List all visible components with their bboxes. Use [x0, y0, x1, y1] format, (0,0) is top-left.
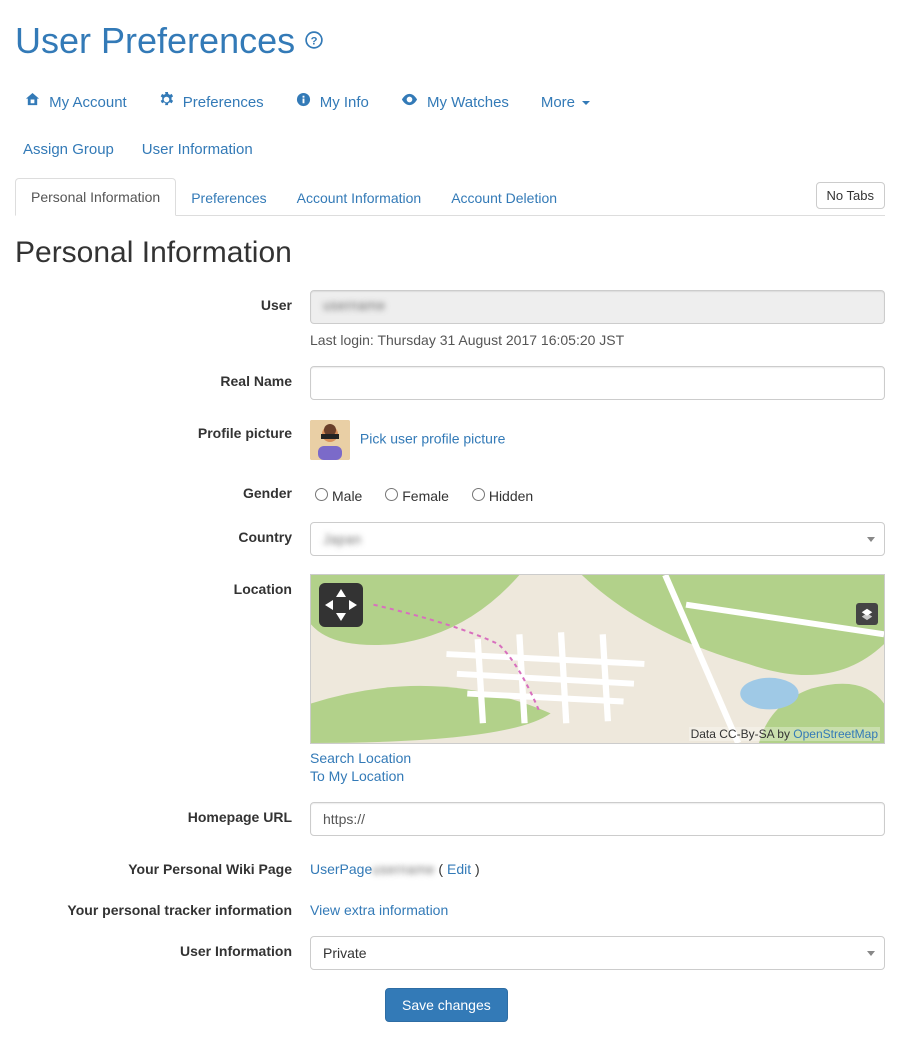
user-field: username [310, 290, 885, 324]
nav-label: Preferences [183, 94, 264, 111]
top-nav: My Account Preferences My Info My Watche… [15, 82, 885, 121]
wiki-page-prefix: UserPage [310, 861, 372, 877]
sub-nav: Assign Group User Information [15, 131, 885, 168]
save-changes-button[interactable]: Save changes [385, 988, 508, 1022]
map-attribution: Data CC-By-SA by OpenStreetMap [689, 727, 880, 741]
no-tabs-button[interactable]: No Tabs [816, 182, 885, 209]
label-tracker-info: Your personal tracker information [15, 895, 310, 918]
page-title: User Preferences ? [15, 20, 885, 62]
homepage-url-input[interactable] [310, 802, 885, 836]
gear-icon [159, 94, 174, 111]
nav-my-account[interactable]: My Account [15, 82, 137, 121]
chevron-down-icon [867, 537, 875, 542]
gender-radio-male[interactable] [315, 488, 328, 501]
label-user: User [15, 290, 310, 313]
radio-label: Hidden [489, 488, 533, 504]
wiki-page-link[interactable]: UserPageusername [310, 861, 435, 877]
svg-text:?: ? [311, 36, 318, 48]
map-attrib-text: Data CC-By-SA by [691, 727, 794, 741]
gender-radio-female[interactable] [385, 488, 398, 501]
tab-bar: Personal Information Preferences Account… [15, 178, 885, 216]
nav-label: My Account [49, 94, 127, 111]
nav-my-watches[interactable]: My Watches [391, 82, 519, 121]
gender-option-male[interactable]: Male [310, 478, 362, 504]
country-value-blurred: Japan [323, 531, 361, 547]
label-profile-picture: Profile picture [15, 418, 310, 441]
label-wiki-page: Your Personal Wiki Page [15, 854, 310, 877]
nav-user-information[interactable]: User Information [134, 131, 261, 168]
nav-label: More [541, 94, 575, 111]
tab-personal-information[interactable]: Personal Information [15, 178, 176, 216]
nav-label: Assign Group [23, 141, 114, 158]
section-title: Personal Information [15, 236, 885, 270]
tab-account-deletion[interactable]: Account Deletion [436, 180, 572, 216]
map-layers-button[interactable] [856, 603, 878, 625]
map-pan-controls[interactable] [319, 583, 363, 627]
edit-close: ) [471, 861, 480, 877]
label-user-information: User Information [15, 936, 310, 959]
gender-option-hidden[interactable]: Hidden [467, 478, 533, 504]
view-extra-info-link[interactable]: View extra information [310, 902, 448, 918]
user-information-value: Private [323, 945, 367, 961]
gender-option-female[interactable]: Female [380, 478, 449, 504]
radio-label: Female [402, 488, 449, 504]
nav-assign-group[interactable]: Assign Group [15, 131, 122, 168]
label-real-name: Real Name [15, 366, 310, 389]
map[interactable]: Data CC-By-SA by OpenStreetMap [310, 574, 885, 744]
label-homepage-url: Homepage URL [15, 802, 310, 825]
eye-icon [401, 94, 418, 111]
label-gender: Gender [15, 478, 310, 501]
avatar [310, 420, 350, 460]
nav-preferences[interactable]: Preferences [149, 82, 274, 121]
last-login-text: Last login: Thursday 31 August 2017 16:0… [310, 332, 885, 348]
info-icon [296, 94, 311, 111]
nav-label: User Information [142, 141, 253, 158]
user-information-select[interactable]: Private [310, 936, 885, 970]
real-name-input[interactable] [310, 366, 885, 400]
search-location-link[interactable]: Search Location [310, 750, 411, 766]
chevron-down-icon [582, 101, 590, 105]
pick-profile-picture-link[interactable]: Pick user profile picture [360, 431, 506, 447]
country-select[interactable]: Japan [310, 522, 885, 556]
nav-label: My Info [320, 94, 369, 111]
gender-radio-hidden[interactable] [472, 488, 485, 501]
wiki-edit-link[interactable]: Edit [447, 861, 471, 877]
user-value-blurred: username [323, 297, 385, 313]
to-my-location-link[interactable]: To My Location [310, 768, 404, 784]
nav-more-dropdown[interactable]: More [531, 84, 600, 121]
nav-label: My Watches [427, 94, 509, 111]
home-icon [25, 94, 40, 111]
label-country: Country [15, 522, 310, 545]
nav-my-info[interactable]: My Info [286, 82, 379, 121]
label-location: Location [15, 574, 310, 597]
map-attrib-link[interactable]: OpenStreetMap [793, 727, 878, 741]
tab-account-information[interactable]: Account Information [282, 180, 437, 216]
chevron-down-icon [867, 951, 875, 956]
radio-label: Male [332, 488, 362, 504]
tab-preferences[interactable]: Preferences [176, 180, 281, 216]
wiki-page-user-blurred: username [372, 861, 434, 877]
edit-open: ( [438, 861, 447, 877]
page-title-text: User Preferences [15, 20, 295, 61]
help-icon[interactable]: ? [305, 31, 323, 55]
